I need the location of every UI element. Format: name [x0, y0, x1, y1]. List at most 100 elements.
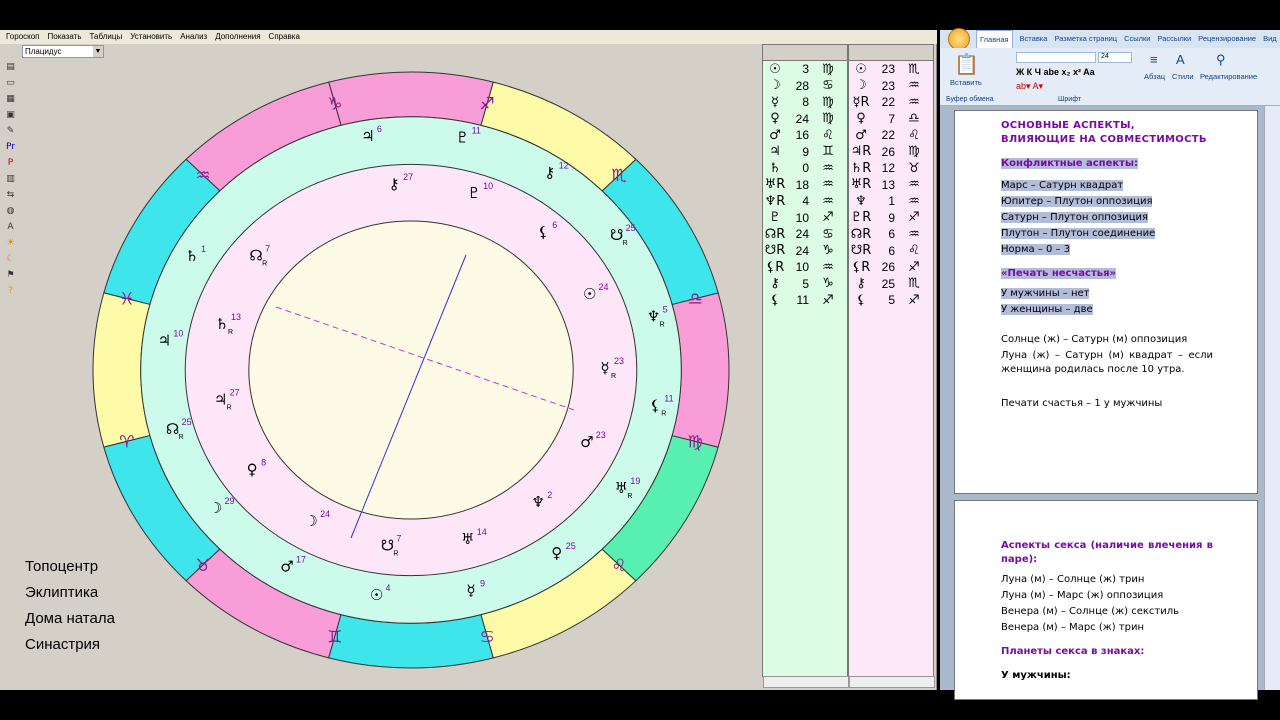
position-row: ⚷ 5 ♑	[763, 276, 847, 293]
planet-glyph: ♆	[855, 193, 867, 209]
house-system-select[interactable]: Плацидус ▼	[22, 45, 104, 58]
planet-glyph: ☉	[855, 61, 867, 77]
planet-glyph: ☽	[855, 78, 867, 94]
position-row: ♆ 1 ♒	[849, 193, 933, 210]
sign-glyph: ♑	[822, 276, 834, 292]
outer-retrograde-label: R	[179, 434, 184, 441]
inner-planet-degree: 7	[265, 244, 270, 254]
inner-planet-glyph: ♀	[247, 460, 258, 478]
menu-item-settings[interactable]: Установить	[130, 30, 172, 44]
conflict-aspects-title: Конфликтные аспекты:	[1001, 158, 1138, 169]
paragraph-button[interactable]: Абзац	[1144, 72, 1165, 81]
text-line: Луна (м) – Солнце (ж) трин	[1001, 574, 1145, 585]
menu-item-tables[interactable]: Таблицы	[90, 30, 123, 44]
outer-planet-glyph: ⚸	[650, 396, 661, 414]
styles-icon[interactable]: A	[1176, 52, 1185, 67]
planet-glyph: ♀	[856, 111, 866, 127]
planet-degree: 13	[881, 177, 895, 192]
inner-planet-glyph: ☊	[249, 247, 262, 265]
aspect-line: Юпитер – Плутон оппозиция	[1001, 196, 1153, 207]
misfortune-line: У мужчины – нет	[1001, 288, 1090, 299]
tab-references[interactable]: Ссылки	[1124, 30, 1150, 48]
aspect-line: Сатурн – Плутон оппозиция	[1001, 212, 1149, 223]
flag-icon[interactable]: ⚑	[4, 268, 17, 282]
tab-home[interactable]: Главная	[976, 30, 1013, 48]
menu-item-addons[interactable]: Дополнения	[215, 30, 260, 44]
bold-italic-underline-buttons[interactable]: Ж К Ч abe x₂ x² Aa	[1016, 67, 1095, 77]
font-size-box[interactable]: 24	[1098, 52, 1132, 63]
open-icon[interactable]: ▭	[4, 76, 17, 90]
inner-planet-degree: 23	[614, 356, 624, 366]
legend-natal-houses: Дома натала	[25, 610, 115, 627]
position-row: ☿ 8 ♍	[763, 94, 847, 111]
planet-glyph: ⚸	[856, 292, 866, 308]
planet-glyph: ♇R	[850, 210, 872, 226]
print-icon[interactable]: ▦	[4, 92, 17, 106]
styles-button[interactable]: Стили	[1172, 72, 1194, 81]
inner-planet-glyph: ♆	[532, 493, 545, 511]
chart-icon[interactable]: ▥	[4, 172, 17, 186]
tab-mailings[interactable]: Рассылки	[1158, 30, 1192, 48]
outer-planet-degree: 17	[296, 554, 306, 564]
position-row: ♃R 26 ♍	[849, 144, 933, 161]
sign-glyph: ♐	[822, 292, 834, 308]
planet-degree: 25	[881, 276, 895, 291]
export-icon[interactable]: ▣	[4, 108, 17, 122]
folder-open-icon[interactable]: ▤	[4, 60, 17, 74]
zodiac-sign-glyph: ♎	[688, 290, 703, 310]
font-name-box[interactable]	[1016, 52, 1096, 63]
planet-degree: 23	[881, 78, 895, 93]
menu-item-show[interactable]: Показать	[48, 30, 82, 44]
sign-glyph: ♐	[822, 210, 834, 226]
edit-icon[interactable]: ✎	[4, 124, 17, 138]
tab-view[interactable]: Вид	[1263, 30, 1277, 48]
binoculars-icon[interactable]: ⚲	[1216, 52, 1226, 68]
inner-planet-glyph: ♇	[467, 184, 480, 202]
help-icon[interactable]: ?	[4, 284, 17, 298]
outer-planet-glyph: ☉	[370, 586, 383, 604]
planet-glyph: ♀	[770, 111, 780, 127]
office-button[interactable]	[948, 28, 970, 50]
outer-retrograde-label: R	[627, 493, 632, 500]
zodiac-sign-glyph: ♌	[611, 556, 626, 576]
paste-icon[interactable]: 📋	[954, 52, 979, 77]
inner-retrograde-label: R	[227, 405, 232, 412]
outer-planet-degree: 11	[664, 393, 673, 403]
inner-planet-degree: 2	[547, 490, 552, 500]
pr-icon[interactable]: Pr	[4, 140, 17, 154]
tab-review[interactable]: Рецензирование	[1198, 30, 1256, 48]
outer-planet-glyph: ♄	[185, 247, 198, 265]
horizontal-scrollbar[interactable]	[763, 676, 849, 688]
p-icon[interactable]: P	[4, 156, 17, 170]
menu-item-analysis[interactable]: Анализ	[180, 30, 207, 44]
sun-icon[interactable]: ☀	[4, 236, 17, 250]
editing-button[interactable]: Редактирование	[1200, 72, 1257, 81]
inner-planet-degree: 24	[320, 509, 330, 519]
tab-page-layout[interactable]: Разметка страниц	[1054, 30, 1117, 48]
sign-glyph: ♍	[908, 144, 920, 160]
inner-retrograde-label: R	[228, 329, 233, 336]
menu-item-help[interactable]: Справка	[269, 30, 300, 44]
highlight-color-icon[interactable]: ab▾ A▾	[1016, 81, 1043, 92]
sign-glyph: ♋	[822, 226, 834, 242]
inner-planet-glyph: ♅	[461, 530, 474, 548]
a-icon[interactable]: A	[4, 220, 17, 234]
vertical-scrollbar[interactable]	[1264, 106, 1280, 690]
paragraph-icon[interactable]: ≡	[1150, 52, 1158, 67]
globe-icon[interactable]: ◍	[4, 204, 17, 218]
inner-planet-glyph: ☿	[600, 359, 609, 377]
sign-glyph: ♉	[908, 160, 920, 176]
zodiac-sign-glyph: ♋	[480, 627, 495, 647]
sign-glyph: ♒	[908, 94, 920, 110]
position-row: ⚷ 25 ♏	[849, 276, 933, 293]
tab-insert[interactable]: Вставка	[1020, 30, 1048, 48]
horizontal-scrollbar[interactable]	[849, 676, 935, 688]
outer-planet-degree: 25	[182, 417, 192, 427]
planet-degree: 9	[802, 144, 809, 159]
moon-icon[interactable]: ☾	[4, 252, 17, 266]
menu-item-horoscope[interactable]: Гороскоп	[6, 30, 40, 44]
paste-button[interactable]: Вставить	[950, 78, 982, 87]
compare-icon[interactable]: ⇆	[4, 188, 17, 202]
outer-planet-degree: 19	[630, 476, 640, 486]
misfortune-title: «Печать несчастья»	[1001, 268, 1116, 279]
